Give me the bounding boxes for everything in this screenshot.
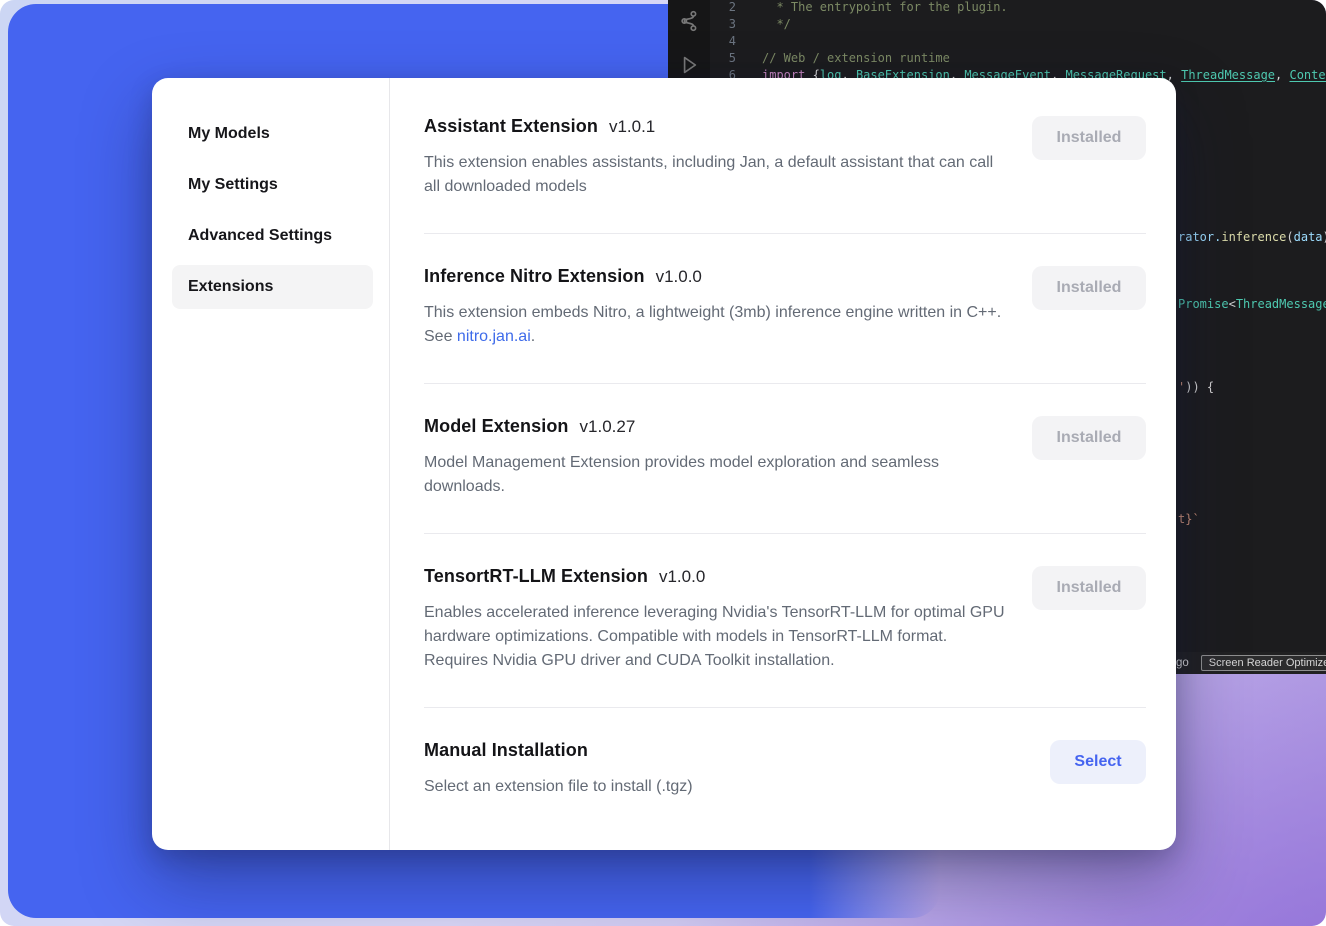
installed-button[interactable]: Installed (1032, 116, 1146, 160)
code-token: t}` (1178, 512, 1200, 526)
extension-row-model: Model Extension v1.0.27 Model Management… (424, 384, 1146, 534)
select-button[interactable]: Select (1050, 740, 1146, 784)
extension-description: Model Management Extension provides mode… (424, 451, 1009, 499)
extension-title: Manual Installation (424, 740, 588, 761)
description-text: . (531, 328, 535, 345)
code-token: )) { (1185, 380, 1214, 394)
code-fragment: ')) { (1178, 379, 1214, 395)
code-token: rator. (1178, 230, 1221, 244)
sidebar-item-extensions[interactable]: Extensions (172, 265, 373, 309)
code-token: inference (1221, 230, 1286, 244)
extension-version: v1.0.27 (580, 417, 636, 437)
sidebar-item-advanced-settings[interactable]: Advanced Settings (172, 214, 373, 258)
code-token: ( (1286, 230, 1293, 244)
extension-title-line: Manual Installation (424, 740, 1030, 761)
sidebar-item-my-models[interactable]: My Models (172, 112, 373, 156)
code-token: * The entrypoint for the plugin. (762, 0, 1008, 14)
extension-row-inference-nitro: Inference Nitro Extension v1.0.0 This ex… (424, 234, 1146, 384)
code-token: )); (1323, 230, 1326, 244)
extension-description: This extension enables assistants, inclu… (424, 151, 1009, 199)
settings-modal: My Models My Settings Advanced Settings … (152, 78, 1176, 850)
extension-description: Select an extension file to install (.tg… (424, 775, 1009, 799)
line-number: 2 (710, 0, 736, 16)
code-fragment: rator.inference(data)); (1178, 229, 1326, 245)
extension-description: Enables accelerated inference leveraging… (424, 601, 1009, 673)
extension-title: Inference Nitro Extension (424, 266, 645, 287)
code-line: 2 * The entrypoint for the plugin. (710, 0, 1326, 16)
extension-title-line: TensortRT-LLM Extension v1.0.0 (424, 566, 1012, 587)
code-fragment: t}` (1178, 511, 1200, 527)
extension-title: Model Extension (424, 416, 569, 437)
extension-version: v1.0.0 (656, 267, 702, 287)
extension-title-line: Assistant Extension v1.0.1 (424, 116, 1012, 137)
code-token: ContentType (1289, 68, 1326, 82)
extension-title: TensortRT-LLM Extension (424, 566, 648, 587)
extension-title-line: Model Extension v1.0.27 (424, 416, 1012, 437)
installed-button[interactable]: Installed (1032, 416, 1146, 460)
extension-description: This extension embeds Nitro, a lightweig… (424, 301, 1009, 349)
extensions-list: Assistant Extension v1.0.1 This extensio… (390, 78, 1176, 850)
extension-row-tensorrt-llm: TensortRT-LLM Extension v1.0.0 Enables a… (424, 534, 1146, 708)
code-line: 3 */ (710, 16, 1326, 33)
code-token: Promise (1178, 297, 1229, 311)
line-number: 3 (710, 16, 736, 33)
code-token: // Web / extension runtime (762, 51, 950, 65)
code-fragment: Promise<ThreadMessage> (1178, 296, 1326, 312)
code-token: ThreadMessage (1181, 68, 1275, 82)
extension-version: v1.0.1 (609, 117, 655, 137)
sidebar-item-my-settings[interactable]: My Settings (172, 163, 373, 207)
page-background: 2 * The entrypoint for the plugin.3 */45… (0, 0, 1326, 926)
run-debug-icon (674, 50, 704, 80)
code-token: ThreadMessage (1236, 297, 1326, 311)
code-token: */ (762, 17, 791, 31)
settings-sidebar: My Models My Settings Advanced Settings … (152, 78, 390, 850)
extension-row-assistant: Assistant Extension v1.0.1 This extensio… (424, 84, 1146, 234)
installed-button[interactable]: Installed (1032, 566, 1146, 610)
line-number: 4 (710, 33, 736, 50)
extension-version: v1.0.0 (659, 567, 705, 587)
extension-info: Inference Nitro Extension v1.0.0 This ex… (424, 266, 1032, 349)
line-number: 5 (710, 50, 736, 67)
extension-info: Manual Installation Select an extension … (424, 740, 1050, 799)
extension-info: Model Extension v1.0.27 Model Management… (424, 416, 1032, 499)
code-token: data (1294, 230, 1323, 244)
code-line: 4 (710, 33, 1326, 50)
code-token: , (1275, 68, 1289, 82)
code-line: 5 // Web / extension runtime (710, 50, 1326, 67)
nitro-jan-ai-link[interactable]: nitro.jan.ai (457, 328, 531, 345)
code-token: < (1229, 297, 1236, 311)
installed-button[interactable]: Installed (1032, 266, 1146, 310)
editor-code-lines: 2 * The entrypoint for the plugin.3 */45… (710, 0, 1326, 84)
extension-title: Assistant Extension (424, 116, 598, 137)
screen-reader-optimized-button: Screen Reader Optimized (1201, 655, 1326, 671)
source-control-icon (674, 6, 704, 36)
status-bar-text: go (1176, 657, 1189, 669)
extension-title-line: Inference Nitro Extension v1.0.0 (424, 266, 1012, 287)
extension-info: Assistant Extension v1.0.1 This extensio… (424, 116, 1032, 199)
extension-info: TensortRT-LLM Extension v1.0.0 Enables a… (424, 566, 1032, 673)
extension-row-manual-installation: Manual Installation Select an extension … (424, 708, 1146, 833)
